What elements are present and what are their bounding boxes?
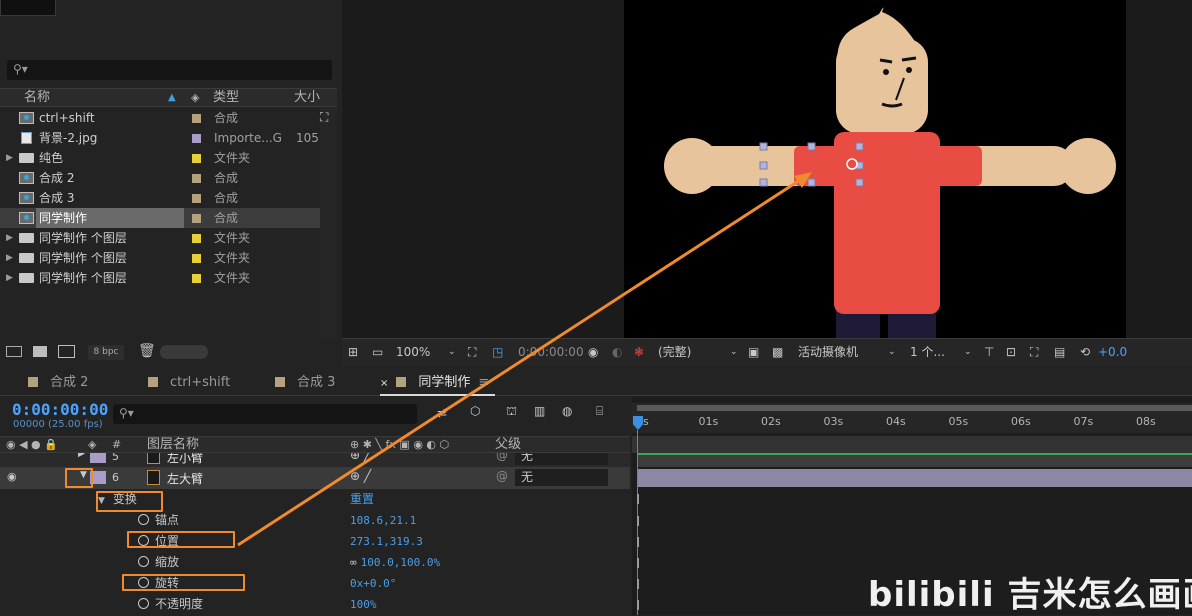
annotation-arrow xyxy=(237,172,812,547)
watermark: bilibili 吉米怎么画画 xyxy=(868,575,1192,615)
